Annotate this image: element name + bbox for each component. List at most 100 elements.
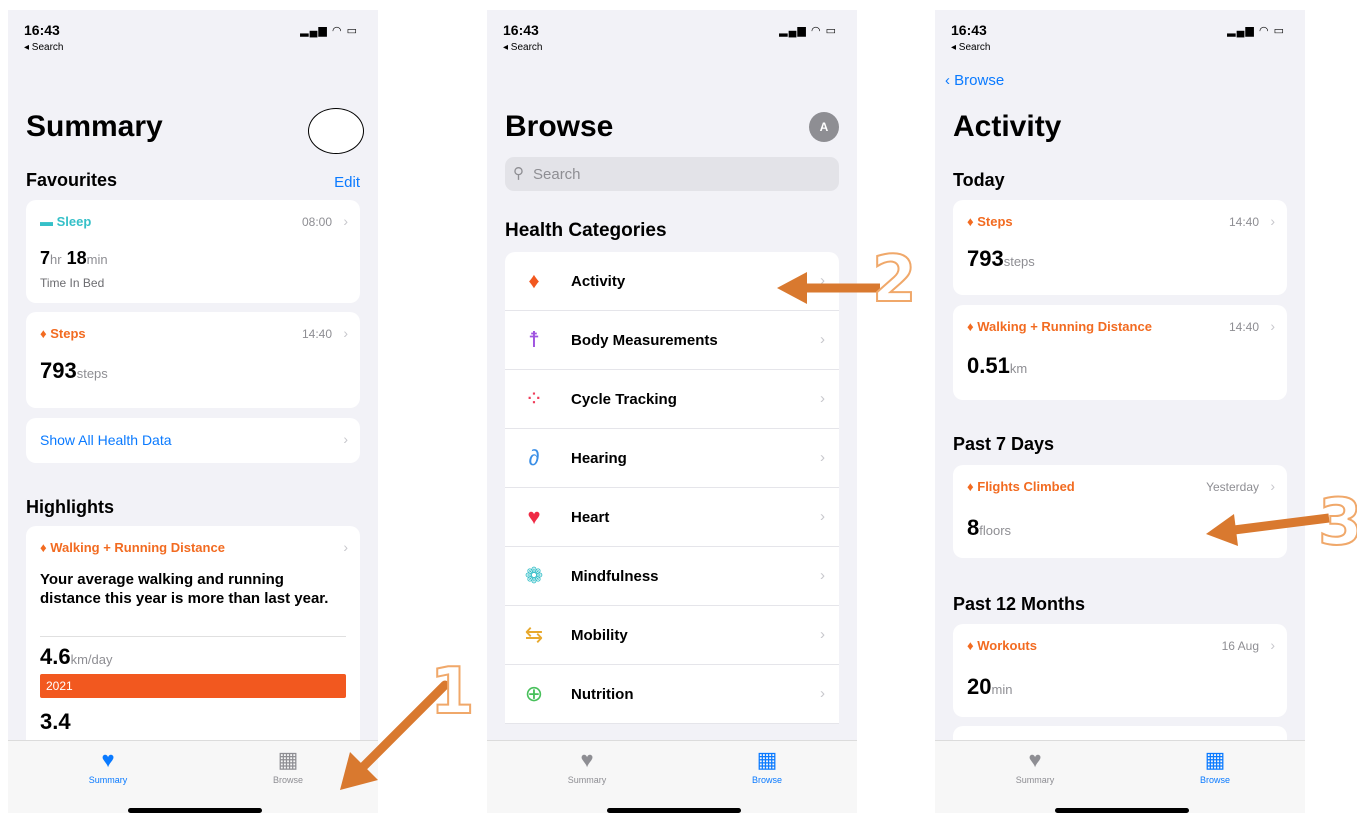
chevron-right-icon: › (1270, 318, 1275, 334)
category-hearing[interactable]: ∂ Hearing › (505, 429, 839, 488)
tab-browse[interactable]: ▦ Browse (1165, 747, 1265, 785)
profile-avatar[interactable]: A (809, 112, 839, 142)
flights-label: ♦ Flights Climbed (967, 479, 1075, 494)
chevron-right-icon: › (343, 539, 348, 555)
category-label: Nutrition (571, 686, 634, 703)
chevron-right-icon: › (820, 626, 825, 643)
divider (40, 636, 346, 637)
chevron-left-icon: ‹ (945, 72, 955, 89)
activity-steps-card[interactable]: ♦ Steps 14:40 › 793steps (953, 200, 1287, 295)
flame-icon: ♦ (967, 214, 978, 229)
search-placeholder: Search (533, 166, 581, 183)
flower-icon: ❁ (524, 563, 544, 588)
chevron-right-icon: › (1270, 478, 1275, 494)
workouts-label: ♦ Workouts (967, 638, 1037, 653)
browse-screen: 16:43 ◂ Search ▂▄▆ ◠ ▭ Browse A ⚲ Search… (487, 10, 857, 813)
tab-summary[interactable]: ♥ Summary (58, 747, 158, 785)
back-to-search[interactable]: ◂ Search (24, 42, 63, 53)
flame-icon: ♦ (40, 326, 51, 341)
profile-avatar[interactable] (308, 108, 364, 154)
sleep-card[interactable]: ▬ Sleep 08:00 › 7hr 18min Time In Bed (26, 200, 360, 303)
category-mobility[interactable]: ⇆ Mobility › (505, 606, 839, 665)
flame-icon: ♦ (967, 479, 978, 494)
tab-summary[interactable]: ♥ Summary (537, 747, 637, 785)
tab-browse[interactable]: ▦ Browse (717, 747, 817, 785)
steps-label: ♦ Steps (967, 214, 1013, 229)
signal-wifi-battery-icon: ▂▄▆ ◠ ▭ (1227, 25, 1285, 37)
tab-summary-label: Summary (1015, 775, 1055, 785)
home-indicator (607, 808, 741, 813)
highlight-bar: 2021 (40, 674, 346, 698)
category-list: ♦ Activity › ☨ Body Measurements › ⁘ Cyc… (487, 252, 857, 752)
heart-icon: ♥ (1028, 747, 1042, 772)
show-all-health-data[interactable]: Show All Health Data › (26, 418, 360, 463)
flame-icon: ♦ (967, 638, 978, 653)
status-bar: 16:43 ◂ Search ▂▄▆ ◠ ▭ (24, 20, 362, 56)
back-button[interactable]: ‹ Browse (945, 72, 1004, 89)
chevron-right-icon: › (820, 685, 825, 702)
past-12-months-heading: Past 12 Months (953, 594, 1086, 614)
chevron-right-icon: › (343, 431, 348, 447)
tab-browse-label: Browse (751, 775, 782, 785)
chevron-right-icon: › (820, 508, 825, 525)
highlight-partial-value: 3.4 (40, 709, 71, 734)
flights-time: Yesterday (1206, 480, 1259, 494)
tab-summary[interactable]: ♥ Summary (985, 747, 1085, 785)
chevron-right-icon: › (1270, 637, 1275, 653)
back-to-search[interactable]: ◂ Search (503, 42, 542, 53)
annotation-number-2: 2 (871, 242, 918, 318)
tab-bar: ♥ Summary ▦ Browse (487, 740, 857, 813)
category-label: Cycle Tracking (571, 391, 677, 408)
page-title: Summary (26, 110, 163, 143)
tab-browse[interactable]: ▦ Browse (238, 747, 338, 785)
search-field[interactable]: ⚲ Search (505, 157, 839, 191)
search-icon: ⚲ (513, 165, 524, 182)
status-time: 16:43 (951, 22, 987, 38)
category-cycle-tracking[interactable]: ⁘ Cycle Tracking › (505, 370, 839, 429)
home-indicator (1055, 808, 1189, 813)
tab-summary-label: Summary (88, 775, 128, 785)
category-nutrition[interactable]: ⊕ Nutrition › (505, 665, 839, 724)
steps-value: 793steps (40, 358, 108, 383)
steps-value: 793steps (967, 246, 1035, 271)
category-mindfulness[interactable]: ❁ Mindfulness › (505, 547, 839, 606)
apple-icon: ⊕ (524, 681, 544, 706)
tab-browse-label: Browse (1199, 775, 1230, 785)
workouts-time: 16 Aug (1221, 639, 1259, 653)
tab-browse-label: Browse (272, 775, 303, 785)
distance-value: 0.51km (967, 353, 1028, 378)
tab-summary-label: Summary (567, 775, 607, 785)
category-heart[interactable]: ♥ Heart › (505, 488, 839, 547)
chevron-right-icon: › (820, 390, 825, 407)
heart-icon: ♥ (580, 747, 594, 772)
annotation-number-1: 1 (429, 654, 476, 730)
past-7-days-heading: Past 7 Days (953, 434, 1055, 454)
category-body-measurements[interactable]: ☨ Body Measurements › (505, 311, 839, 370)
distance-card[interactable]: ♦ Walking + Running Distance 14:40 › 0.5… (953, 305, 1287, 400)
category-label: Mobility (571, 627, 628, 644)
highlight-text: Your average walking and running distanc… (40, 571, 329, 607)
health-categories-heading: Health Categories (505, 220, 667, 241)
chevron-right-icon: › (343, 213, 348, 229)
ear-icon: ∂ (528, 445, 540, 470)
flame-icon: ♦ (967, 319, 978, 334)
page-title: Activity (953, 110, 1062, 143)
tab-bar: ♥ Summary ▦ Browse (8, 740, 378, 813)
workouts-card[interactable]: ♦ Workouts 16 Aug › 20min (953, 624, 1287, 717)
annotation-arrow-3 (1206, 513, 1330, 546)
chevron-right-icon: › (343, 325, 348, 341)
steps-card[interactable]: ♦ Steps 14:40 › 793steps (26, 312, 360, 408)
status-bar: 16:43 ◂ Search ▂▄▆ ◠ ▭ (503, 20, 841, 56)
flights-value: 8floors (967, 515, 1012, 540)
sleep-time: 08:00 (301, 215, 332, 229)
dots-circle-icon: ⁘ (524, 386, 544, 411)
back-to-search[interactable]: ◂ Search (951, 42, 990, 53)
flame-icon: ♦ (40, 540, 51, 555)
category-label: Mindfulness (571, 568, 659, 585)
home-indicator (128, 808, 262, 813)
chevron-right-icon: › (1270, 213, 1275, 229)
steps-time: 14:40 (301, 327, 332, 341)
category-label: Body Measurements (571, 332, 718, 349)
flame-icon: ♦ (528, 268, 540, 293)
edit-button[interactable]: Edit (334, 174, 360, 191)
